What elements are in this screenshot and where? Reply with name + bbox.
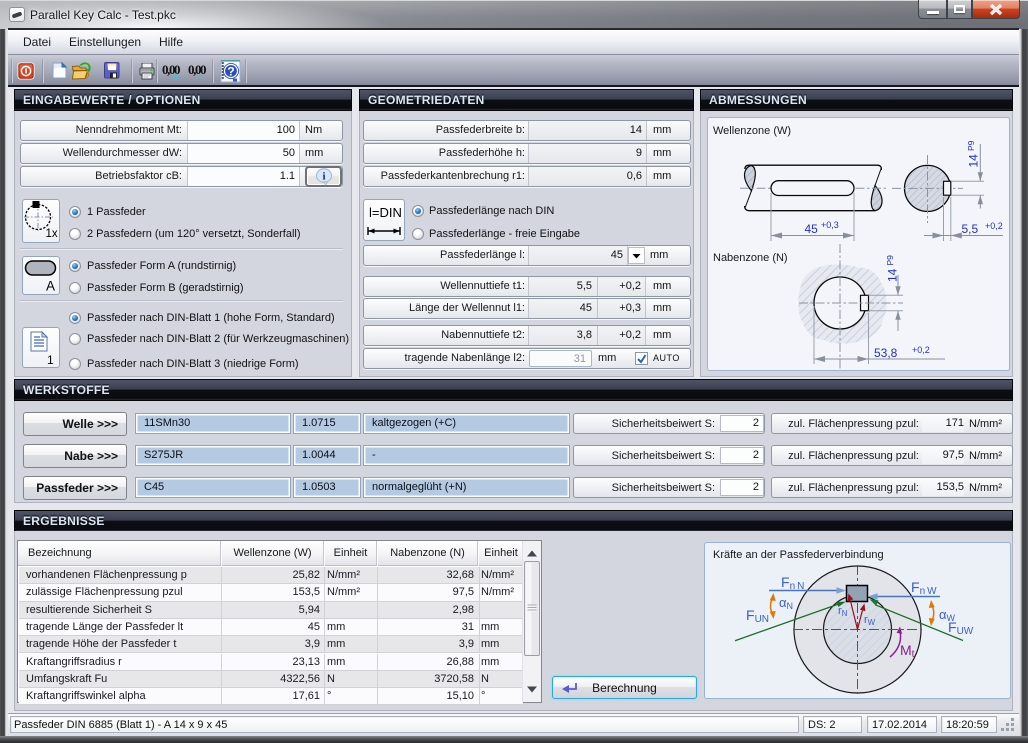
svg-text:αN: αN (779, 595, 793, 611)
svg-text:+0,3: +0,3 (821, 220, 839, 230)
svg-text:45: 45 (805, 222, 819, 236)
svg-text:P9: P9 (966, 140, 976, 151)
svg-text:5,5: 5,5 (962, 222, 979, 236)
svg-text:l=DIN: l=DIN (369, 205, 402, 220)
svg-text:i: i (322, 171, 325, 183)
svg-text:+0,2: +0,2 (912, 345, 930, 355)
svg-text:Kräfte an der Passfederverbind: Kräfte an der Passfederverbindung (713, 549, 884, 561)
svg-text:Wellenzone (W): Wellenzone (W) (713, 125, 791, 137)
svg-text:14: 14 (886, 268, 900, 282)
svg-text:53,8: 53,8 (874, 346, 898, 360)
svg-text:Nabenzone (N): Nabenzone (N) (713, 252, 788, 264)
svg-text:1x: 1x (46, 228, 58, 240)
svg-text:FUN: FUN (746, 607, 769, 625)
svg-text:+0,2: +0,2 (985, 221, 1003, 231)
svg-text:αW: αW (939, 607, 956, 623)
svg-text:A: A (46, 279, 55, 294)
svg-text:Fn W: Fn W (911, 579, 937, 597)
svg-text:?: ? (227, 65, 234, 79)
svg-text:Fn N: Fn N (781, 574, 804, 592)
svg-text:14: 14 (967, 154, 981, 168)
svg-text:P9: P9 (885, 255, 895, 266)
svg-text:1: 1 (47, 353, 54, 367)
